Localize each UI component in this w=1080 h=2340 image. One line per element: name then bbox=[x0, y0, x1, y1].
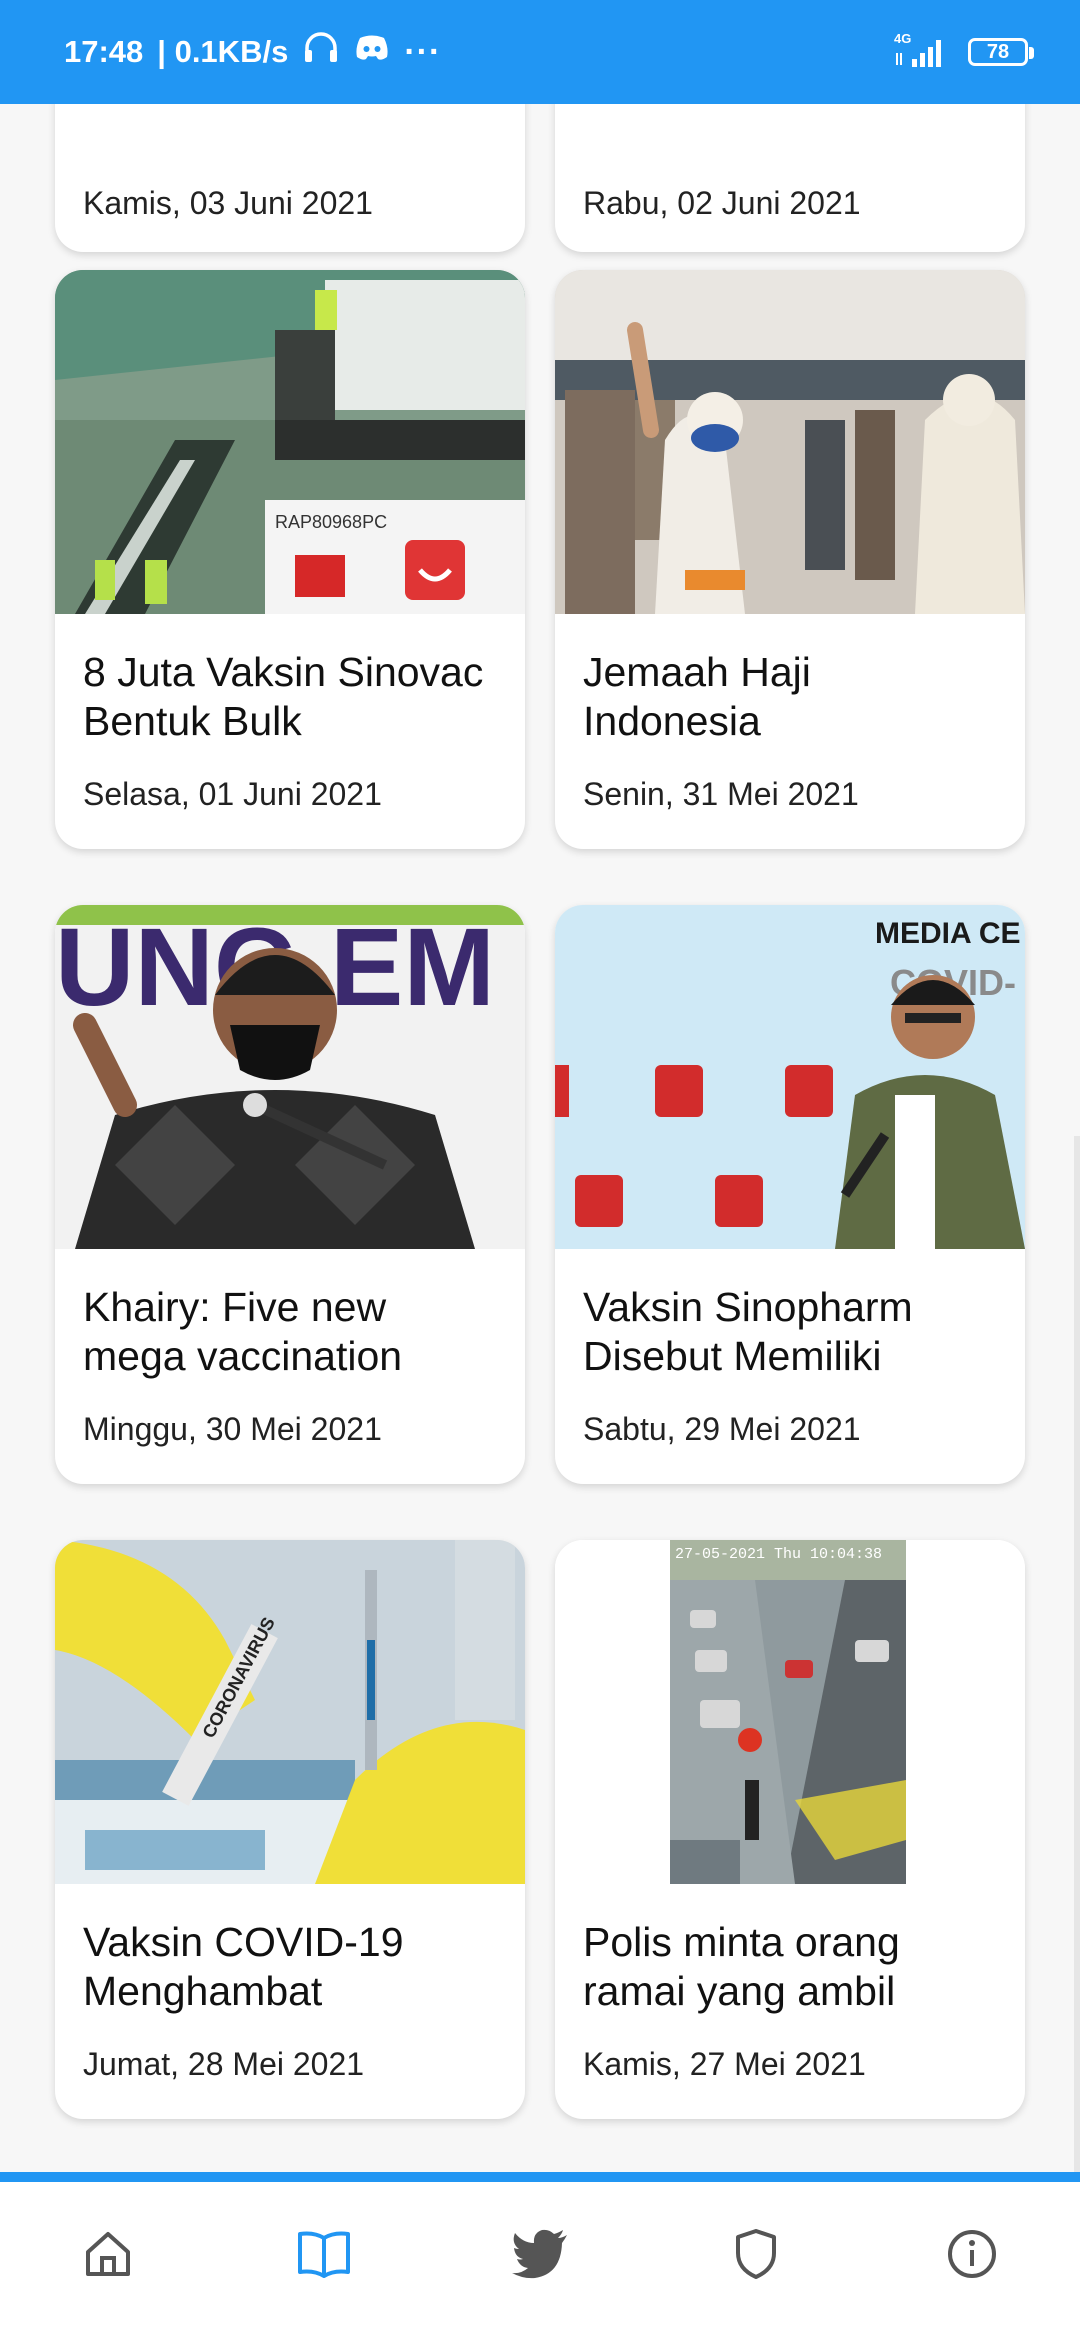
home-icon bbox=[82, 2228, 134, 2285]
nav-home-button[interactable] bbox=[48, 2201, 168, 2311]
discord-icon bbox=[354, 34, 390, 70]
article-title: Khairy: Five new mega vaccination bbox=[83, 1284, 403, 1379]
article-title: Vaksin COVID-19 Menghambat bbox=[83, 1919, 404, 2014]
article-thumbnail: UNG EM bbox=[55, 905, 525, 1249]
svg-text:RAP80968PC: RAP80968PC bbox=[275, 512, 387, 532]
article-title: Polis minta orang ramai yang ambil bbox=[583, 1919, 900, 2014]
article-title: Vaksin Sinopharm Disebut Memiliki bbox=[583, 1284, 913, 1379]
article-date: Minggu, 30 Mei 2021 bbox=[83, 1411, 382, 1447]
more-notifications-icon: ··· bbox=[404, 32, 442, 71]
article-title: Jemaah Haji Indonesia bbox=[583, 649, 811, 744]
book-icon bbox=[296, 2228, 352, 2285]
article-thumbnail bbox=[555, 270, 1025, 614]
article-card[interactable]: 27-05-2021 Thu 10:04:38 Polis minta oran… bbox=[555, 1540, 1025, 2119]
headphones-icon bbox=[302, 30, 340, 74]
signal-icon: 4G bbox=[894, 31, 950, 69]
nav-shield-button[interactable] bbox=[696, 2201, 816, 2311]
article-date: Senin, 31 Mei 2021 bbox=[583, 776, 859, 812]
shield-icon bbox=[732, 2227, 780, 2286]
article-card[interactable]: Rabu, 02 Juni 2021 bbox=[555, 104, 1025, 252]
svg-text:MEDIA CE: MEDIA CE bbox=[875, 917, 1021, 950]
article-card[interactable]: Kamis, 03 Juni 2021 bbox=[55, 104, 525, 252]
status-bar: 17:48 | 0.1KB/s ··· 4G 78 bbox=[0, 0, 1080, 104]
article-title: 8 Juta Vaksin Sinovac Bentuk Bulk bbox=[83, 649, 484, 744]
battery-icon: 78 bbox=[968, 38, 1034, 66]
scrollbar[interactable] bbox=[1074, 1136, 1080, 2178]
info-icon bbox=[945, 2227, 999, 2286]
article-card[interactable]: MEDIA CE COVID- Vaksin Sinopharm Disebut… bbox=[555, 905, 1025, 1484]
article-date: Kamis, 03 Juni 2021 bbox=[83, 185, 373, 221]
status-time: 17:48 bbox=[64, 34, 144, 69]
article-card[interactable]: RAP80968PC 8 Juta Vaksin Sinovac Bentuk … bbox=[55, 270, 525, 849]
article-thumbnail: MEDIA CE COVID- bbox=[555, 905, 1025, 1249]
bottom-navigation bbox=[0, 2172, 1080, 2340]
article-grid: Kamis, 03 Juni 2021 Rabu, 02 Juni 2021 R… bbox=[0, 104, 1080, 2178]
nav-news-button[interactable] bbox=[264, 2201, 384, 2311]
article-card[interactable]: Jemaah Haji Indonesia Senin, 31 Mei 2021 bbox=[555, 270, 1025, 849]
article-card[interactable]: CORONAVIRUS Vaksin COVID-19 Menghambat J… bbox=[55, 1540, 525, 2119]
svg-text:27-05-2021 Thu 10:04:38: 27-05-2021 Thu 10:04:38 bbox=[675, 1546, 882, 1563]
status-network-speed: | 0.1KB/s bbox=[157, 34, 289, 69]
article-date: Rabu, 02 Juni 2021 bbox=[583, 185, 861, 221]
article-thumbnail: 27-05-2021 Thu 10:04:38 bbox=[555, 1540, 1025, 1884]
article-date: Jumat, 28 Mei 2021 bbox=[83, 2046, 365, 2082]
article-thumbnail: RAP80968PC bbox=[55, 270, 525, 614]
article-card[interactable]: UNG EM Khairy: Five new mega vaccination… bbox=[55, 905, 525, 1484]
article-date: Sabtu, 29 Mei 2021 bbox=[583, 1411, 861, 1447]
nav-twitter-button[interactable] bbox=[480, 2201, 600, 2311]
article-date: Kamis, 27 Mei 2021 bbox=[583, 2046, 866, 2082]
twitter-icon bbox=[511, 2229, 569, 2284]
article-thumbnail: CORONAVIRUS bbox=[55, 1540, 525, 1884]
nav-info-button[interactable] bbox=[912, 2201, 1032, 2311]
article-date: Selasa, 01 Juni 2021 bbox=[83, 776, 382, 812]
